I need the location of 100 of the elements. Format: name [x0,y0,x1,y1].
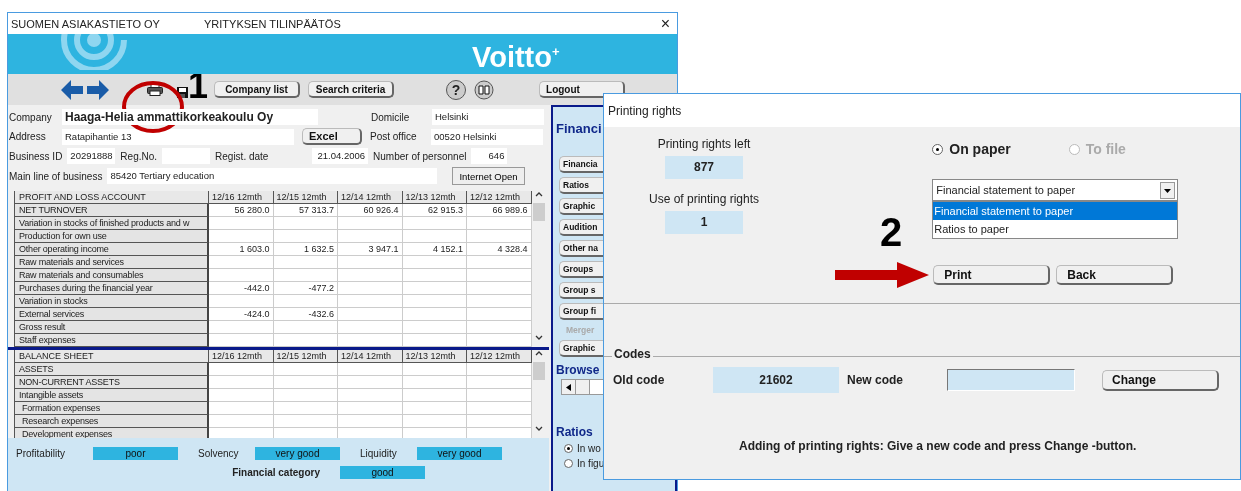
save-icon[interactable] [177,87,188,98]
scroll-down-icon[interactable] [535,335,544,341]
address-field[interactable]: Ratapihantie 13 [62,128,294,145]
forward-arrow-icon[interactable] [87,79,109,100]
side-button[interactable]: Groups [559,261,603,278]
side-button[interactable]: Graphic [559,198,603,215]
side-button[interactable]: Group s [559,282,603,299]
excel-button[interactable]: Excel [302,128,362,145]
radio-button[interactable] [932,143,944,155]
book-icon[interactable] [474,79,495,100]
scroll-thumb[interactable] [576,380,590,394]
window-subtitle: YRITYKSEN TILINPÄÄTÖS [204,17,341,30]
table-cell [467,415,532,428]
company-field[interactable]: Haaga-Helia ammattikorkeakoulu Oy [62,109,318,125]
field-label: Old code [613,373,666,387]
panel-title: Financi [556,121,602,136]
rating-label: Profitability [16,448,66,459]
table-cell [273,295,338,308]
row-label: Production for own use [15,230,209,243]
table-cell [402,363,467,376]
print-button[interactable]: Print [933,265,1051,285]
info-label: Use of printing rights [648,192,760,206]
table-cell [338,363,403,376]
table-cell [273,217,338,230]
change-button[interactable]: Change [1102,369,1219,391]
scroll-up-icon[interactable] [535,191,544,197]
logout-button[interactable]: Logout [539,81,626,98]
field-label: Company [9,111,53,123]
side-button[interactable]: Graphic [559,340,603,357]
radio-button[interactable] [564,444,573,453]
side-button[interactable]: Other na [559,240,603,257]
dropdown-option[interactable]: Financial statement to paper [933,202,1178,220]
side-button[interactable]: Audition [559,219,603,236]
close-button[interactable]: × [660,14,670,33]
radio-button[interactable] [564,459,573,468]
scroll-thumb[interactable] [533,203,546,221]
left-arrow-icon[interactable] [566,383,571,391]
row-label: Intangible assets [15,389,209,402]
table-cell [338,295,403,308]
table-cell [273,402,338,415]
table-cell [402,428,467,438]
column-header: 12/15 12mth [273,350,338,363]
column-header: 12/13 12mth [402,191,467,204]
radio-label: On paper [949,141,1011,157]
table-cell [338,230,403,243]
regist-date-field[interactable]: 21.04.2006 [312,148,369,164]
table-cell [209,402,274,415]
scroll-up-icon[interactable] [535,350,544,356]
row-label: Other operating income [15,243,209,256]
table-cell: 57 313.7 [273,204,338,217]
company-list-button[interactable]: Company list [214,81,301,98]
help-button[interactable]: ? [446,79,467,100]
new-code-input[interactable] [947,369,1075,391]
side-button[interactable]: Group fi [559,303,603,320]
table-cell [467,321,532,334]
table-cell [209,230,274,243]
rating-value: poor [93,447,178,460]
table-cell [209,389,274,402]
table-cell [402,295,467,308]
scroll-thumb[interactable] [533,362,546,380]
radio-label: In wo [577,443,601,454]
table-cell [402,415,467,428]
table-cell [338,269,403,282]
row-label: Variation in stocks [15,295,209,308]
field-label: Reg.No. [120,150,158,162]
table-cell [209,415,274,428]
table-cell: -442.0 [209,282,274,295]
rating-value: very good [255,447,340,460]
dropdown-option[interactable]: Ratios to paper [933,220,1178,238]
search-criteria-button[interactable]: Search criteria [308,81,395,98]
row-label: Staff expenses [15,334,209,347]
side-button[interactable]: Financia [559,156,603,173]
table-cell [338,415,403,428]
table-cell [467,282,532,295]
scroll-down-icon[interactable] [535,426,544,432]
table-cell: -432.6 [273,308,338,321]
table-cell [338,334,403,347]
business-id-field[interactable]: 20291888 [67,148,116,164]
table-cell [338,376,403,389]
post-office-field[interactable]: 00520 Helsinki [431,128,543,145]
domicile-field[interactable]: Helsinki [432,109,544,125]
back-arrow-icon[interactable] [61,79,83,100]
table-cell [338,402,403,415]
back-button[interactable]: Back [1056,265,1174,285]
printer-icon[interactable] [147,83,163,96]
table-cell [467,256,532,269]
internet-open-button[interactable]: Internet Open [452,167,525,185]
table-cell [273,415,338,428]
table-cell [273,363,338,376]
row-label: NET TURNOVER [15,204,209,217]
rating-label: Liquidity [359,448,398,459]
window-title: SUOMEN ASIAKASTIETO OY [11,17,161,30]
table-cell [338,428,403,438]
side-button[interactable]: Ratios [559,177,603,194]
step-number: 2 [880,209,903,255]
business-line-field[interactable]: 85420 Tertiary education [107,168,438,184]
table-cell [467,334,532,347]
dropdown[interactable]: Financial statement to paper [932,179,1179,201]
table-cell [273,428,338,438]
personnel-field[interactable]: 646 [471,148,508,164]
